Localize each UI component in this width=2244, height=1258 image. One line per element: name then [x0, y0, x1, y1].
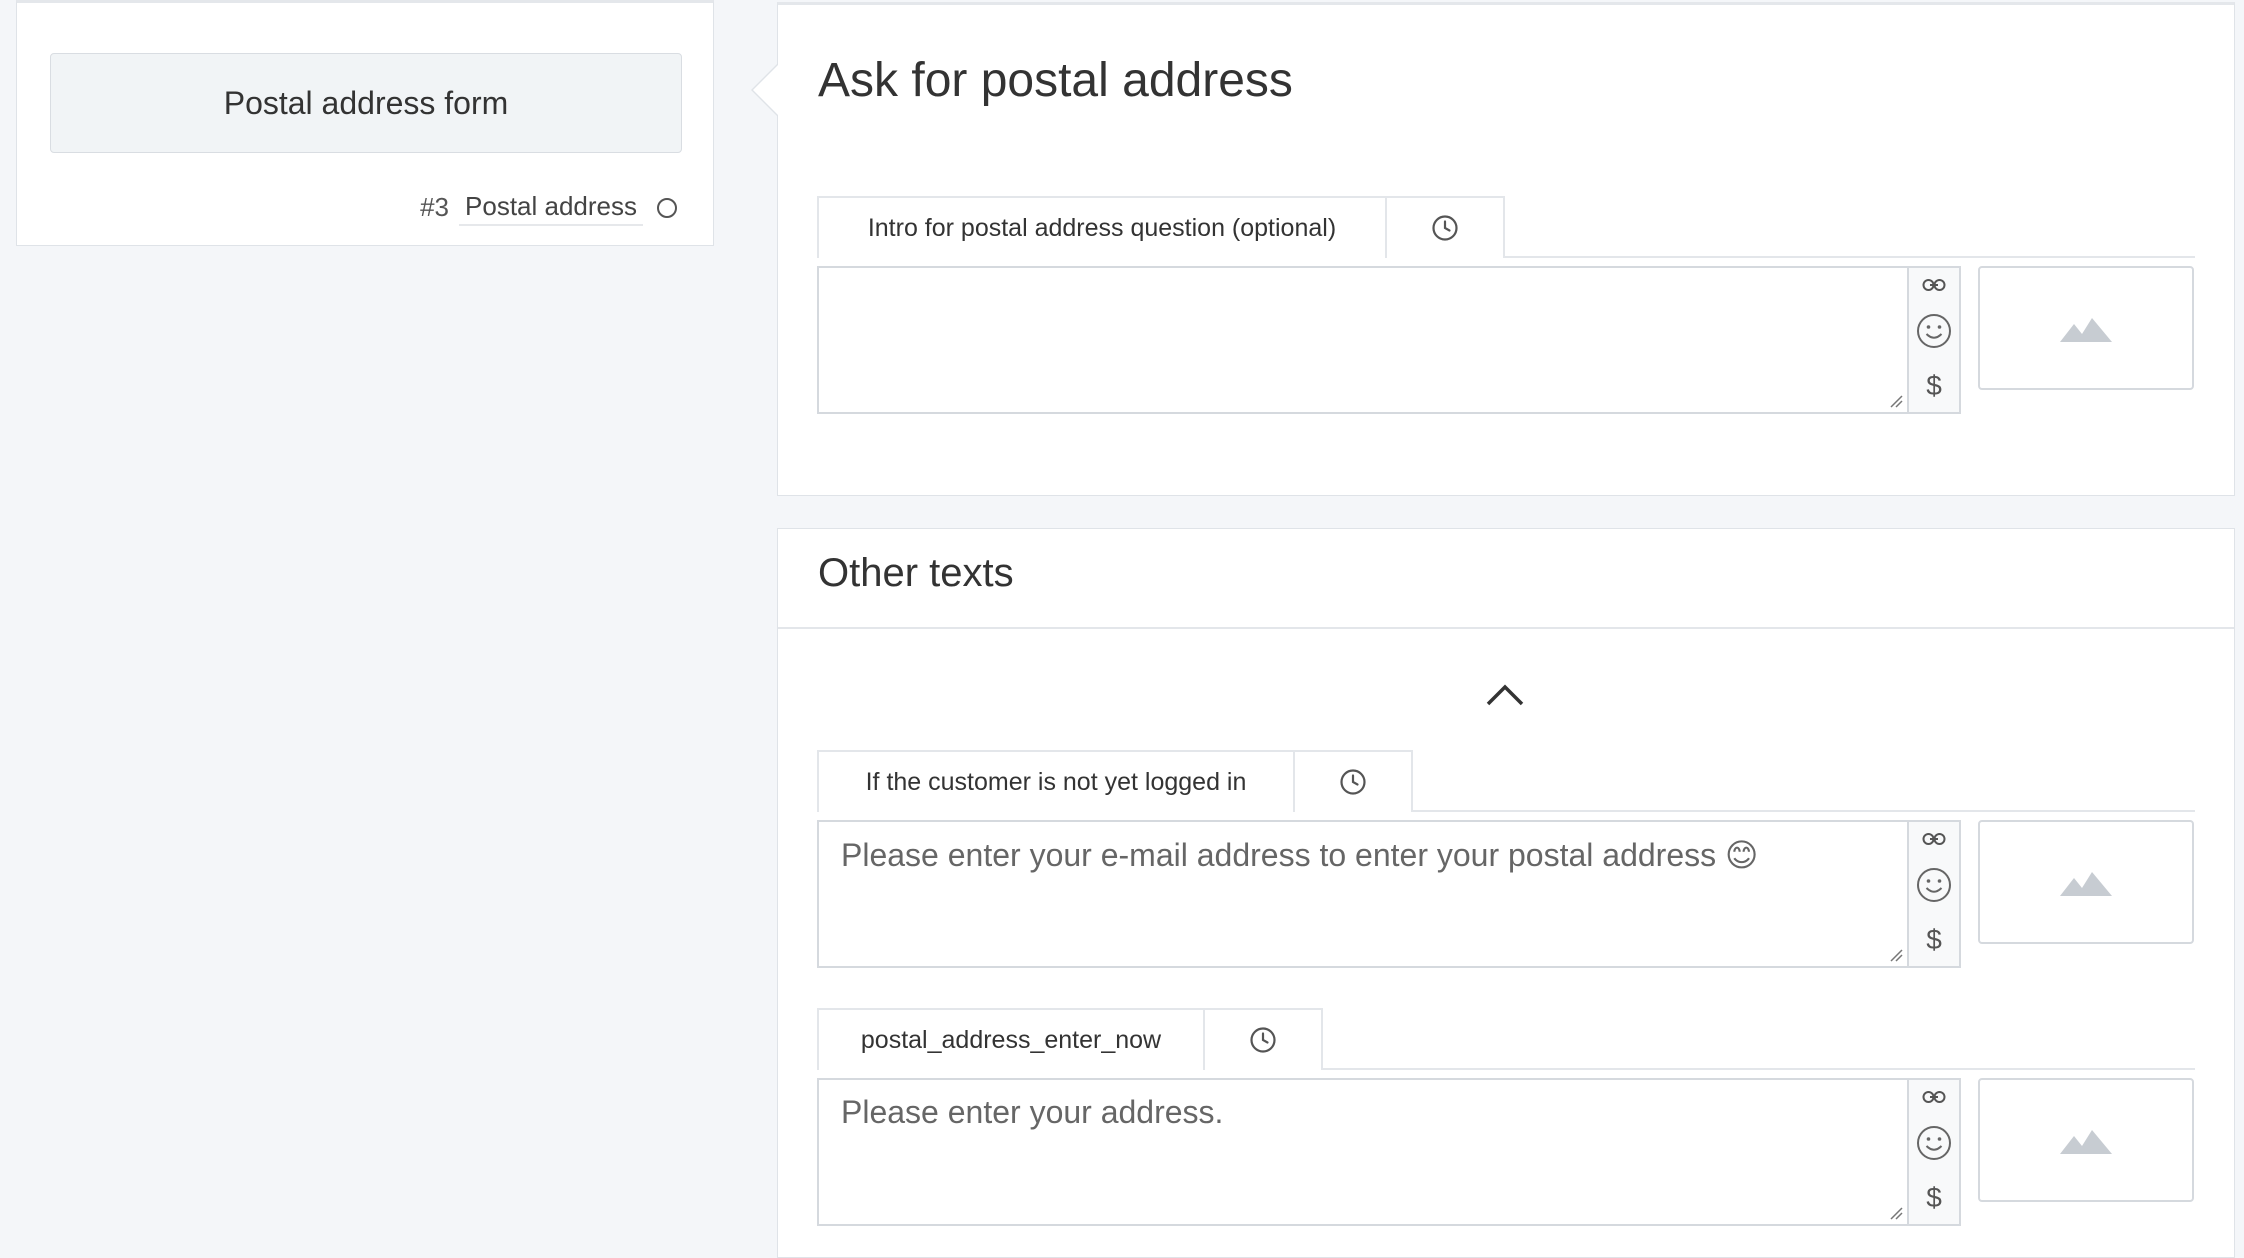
not-logged-in-text-value[interactable]: Please enter your e-mail address to ente… [841, 836, 1758, 874]
smiley-icon[interactable] [1916, 313, 1952, 349]
image-upload-button[interactable] [1978, 266, 2194, 390]
enter-now-text-value[interactable]: Please enter your address. [841, 1094, 1223, 1131]
smiley-icon[interactable] [1916, 867, 1952, 903]
not-logged-in-text-editor[interactable]: Please enter your e-mail address to ente… [817, 820, 1961, 968]
node-type-badge: Postal address [459, 189, 643, 226]
panel-pointer [751, 63, 779, 117]
link-icon[interactable] [1922, 278, 1946, 292]
image-upload-button[interactable] [1978, 1078, 2194, 1202]
smiley-icon[interactable] [1916, 1125, 1952, 1161]
link-icon[interactable] [1922, 1090, 1946, 1104]
other-texts-title: Other texts [818, 551, 1014, 595]
chevron-up-icon[interactable] [1485, 680, 1525, 710]
clock-icon [1250, 1027, 1276, 1053]
editor-toolbar: $ [1907, 822, 1959, 966]
other-texts-divider [778, 627, 2234, 629]
tab-intro[interactable]: Intro for postal address question (optio… [817, 196, 1387, 258]
clock-icon [1340, 769, 1366, 795]
tab-schedule[interactable] [1293, 750, 1413, 812]
image-placeholder-icon [2060, 872, 2112, 896]
resize-handle-icon[interactable] [1889, 1206, 1903, 1220]
image-upload-button[interactable] [1978, 820, 2194, 944]
tab-enter-now[interactable]: postal_address_enter_now [817, 1008, 1205, 1070]
dollar-icon[interactable]: $ [1926, 924, 1942, 956]
clock-icon [1432, 215, 1458, 241]
image-placeholder-icon [2060, 318, 2112, 342]
node-number: #3 [420, 192, 450, 222]
tab-schedule[interactable] [1203, 1008, 1323, 1070]
editor-toolbar: $ [1907, 268, 1959, 412]
enter-now-text-editor[interactable]: Please enter your address. $ [817, 1078, 1961, 1226]
image-placeholder-icon [2060, 1130, 2112, 1154]
tab-schedule[interactable] [1385, 196, 1505, 258]
link-icon[interactable] [1922, 832, 1946, 846]
connector-circle-icon[interactable] [657, 197, 677, 218]
resize-handle-icon[interactable] [1889, 394, 1903, 408]
resize-handle-icon[interactable] [1889, 948, 1903, 962]
intro-text-editor[interactable]: $ [817, 266, 1961, 414]
node-meta: #3 Postal address [420, 189, 677, 226]
editor-toolbar: $ [1907, 1080, 1959, 1224]
panel-title: Ask for postal address [818, 54, 1293, 107]
node-title[interactable]: Postal address form [50, 53, 682, 153]
dollar-icon[interactable]: $ [1926, 1182, 1942, 1214]
tab-not-logged-in[interactable]: If the customer is not yet logged in [817, 750, 1295, 812]
node-card[interactable]: Postal address form #3 Postal address [16, 0, 714, 246]
dollar-icon[interactable]: $ [1926, 370, 1942, 402]
